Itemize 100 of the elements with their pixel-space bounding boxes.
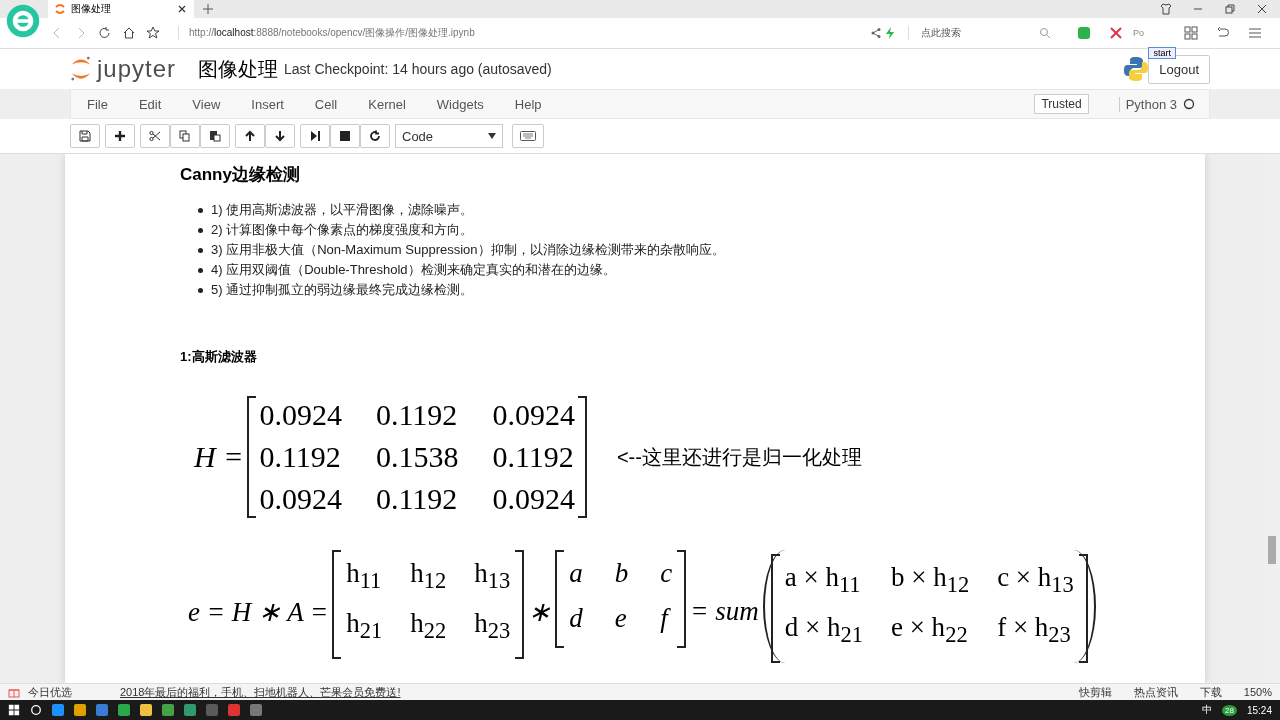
- lightning-icon[interactable]: [884, 27, 896, 39]
- close-icon[interactable]: [176, 3, 188, 15]
- scrollbar-thumb[interactable]: [1268, 536, 1276, 564]
- extension-label[interactable]: Po: [1133, 28, 1144, 38]
- matrix-entry: 0.0924: [259, 398, 342, 432]
- list-item: 3) 应用非极大值（Non-Maximum Suppression）抑制，以消除边缘检测带来的杂散响应。: [211, 241, 725, 259]
- formula-text: = sum: [690, 596, 759, 627]
- down-arrow-icon: [274, 130, 286, 142]
- matrix-entry: 0.0924: [259, 482, 342, 516]
- status-item[interactable]: 下载: [1199, 684, 1222, 700]
- status-item[interactable]: 快剪辑: [1078, 684, 1112, 700]
- taskbar-app-icon[interactable]: [118, 704, 130, 716]
- menu-item[interactable]: Help: [514, 96, 542, 112]
- trusted-badge[interactable]: Trusted: [1034, 94, 1089, 114]
- bullet-icon: [198, 267, 203, 273]
- close-icon[interactable]: [1256, 3, 1268, 15]
- taskbar-app-icon[interactable]: [52, 704, 64, 716]
- taskbar-app-icon[interactable]: [184, 704, 196, 716]
- bullet-icon: [198, 287, 203, 293]
- refresh-icon: [369, 130, 381, 142]
- address-field[interactable]: http://localhost:8888/notebooks/opencv/图像操作/图像处理.ipynb: [178, 26, 868, 40]
- taskbar-app-icon[interactable]: [96, 704, 108, 716]
- save-button[interactable]: [70, 124, 100, 148]
- menu-item[interactable]: File: [87, 96, 108, 112]
- matrix-entry: h$_{11}$: [346, 558, 383, 595]
- paste-button[interactable]: [200, 124, 230, 148]
- matrix-entry: d: [569, 603, 583, 634]
- list-item: 1) 使用高斯滤波器，以平滑图像，滤除噪声。: [211, 201, 474, 219]
- taskbar-app-icon[interactable]: [250, 704, 262, 716]
- taskbar-app-icon[interactable]: [228, 704, 240, 716]
- star-icon[interactable]: [146, 26, 160, 40]
- restore-icon[interactable]: [1224, 3, 1236, 15]
- menu-item[interactable]: Cell: [314, 96, 338, 112]
- move-down-button[interactable]: [265, 124, 295, 148]
- matrix-entry: f: [660, 603, 673, 634]
- menu-icon[interactable]: [1248, 26, 1262, 40]
- matrix-entry: b: [614, 558, 629, 589]
- matrix-entry: e: [614, 603, 628, 634]
- annotation-text: <--这里还进行是归一化处理: [616, 444, 862, 470]
- taskbar-app-icon[interactable]: [140, 704, 152, 716]
- stop-icon: [339, 130, 351, 142]
- undo-icon[interactable]: [1216, 26, 1230, 40]
- checkpoint-status: Last Checkpoint: 14 hours ago (autosaved): [284, 61, 552, 77]
- matrix-entry: e × h$_{22}$: [890, 612, 969, 649]
- formula-text: ∗: [528, 596, 552, 628]
- kernel-name[interactable]: Python 3: [1118, 96, 1177, 112]
- notification-badge[interactable]: 28: [1222, 704, 1237, 716]
- news-link[interactable]: 2018年最后的福利，手机、扫地机器人、芒果会员免费送!: [120, 684, 401, 700]
- zoom-level[interactable]: 150%: [1243, 686, 1272, 698]
- scissors-icon[interactable]: [1109, 26, 1123, 40]
- scissors-icon: [149, 130, 161, 142]
- browser-tab[interactable]: 图像处理: [48, 0, 194, 18]
- windows-start-icon[interactable]: [8, 704, 20, 716]
- status-item[interactable]: 热点资讯: [1133, 684, 1178, 700]
- matrix-entry: 0.1192: [375, 482, 459, 516]
- list-item: 5) 通过抑制孤立的弱边缘最终完成边缘检测。: [211, 281, 474, 299]
- taskbar-app-icon[interactable]: [162, 704, 174, 716]
- search-field[interactable]: 点此搜索: [908, 26, 1051, 40]
- formula-text: e = H ∗ A =: [188, 596, 329, 628]
- taskbar-app-icon[interactable]: [74, 704, 86, 716]
- keyboard-button[interactable]: [512, 124, 544, 148]
- menu-item[interactable]: View: [192, 96, 221, 112]
- new-tab-icon[interactable]: [202, 3, 214, 15]
- shirt-icon[interactable]: [1160, 3, 1172, 15]
- matrix-entry: c: [660, 558, 673, 589]
- run-button[interactable]: [300, 124, 330, 148]
- reload-icon[interactable]: [98, 26, 112, 40]
- add-cell-button[interactable]: [105, 124, 135, 148]
- jupyter-tab-icon: [54, 3, 66, 15]
- matrix-entry: b × h$_{12}$: [890, 562, 970, 599]
- menu-item[interactable]: Insert: [251, 96, 284, 112]
- cell-subheading: 1:高斯滤波器: [180, 348, 258, 366]
- bullet-icon: [198, 227, 203, 233]
- jupyter-logo-icon: [70, 56, 92, 82]
- cut-button[interactable]: [140, 124, 170, 148]
- grid-icon[interactable]: [1184, 26, 1198, 40]
- status-link[interactable]: 今日优选: [28, 684, 72, 700]
- tooltip: start: [1148, 47, 1176, 59]
- matrix-entry: h$_{13}$: [474, 558, 511, 595]
- move-up-button[interactable]: [235, 124, 265, 148]
- keyboard-icon: [520, 131, 536, 141]
- menu-item[interactable]: Kernel: [368, 96, 406, 112]
- matrix-entry: h$_{12}$: [410, 558, 447, 595]
- menu-item[interactable]: Edit: [138, 96, 162, 112]
- restart-button[interactable]: [360, 124, 390, 148]
- matrix-entry: h$_{22}$: [410, 608, 447, 645]
- stop-button[interactable]: [330, 124, 360, 148]
- tab-title: 图像处理: [71, 2, 111, 16]
- notebook-name[interactable]: 图像处理: [198, 55, 279, 83]
- matrix-entry: 0.1192: [259, 440, 342, 474]
- menu-item[interactable]: Widgets: [436, 96, 484, 112]
- step-forward-icon: [309, 130, 321, 142]
- matrix-entry: h$_{23}$: [474, 608, 511, 645]
- search-icon[interactable]: [30, 704, 42, 716]
- input-method-indicator[interactable]: 中: [1202, 703, 1213, 717]
- matrix-entry: 0.0924: [492, 398, 575, 432]
- cell-type-dropdown[interactable]: Code: [395, 124, 503, 148]
- home-icon[interactable]: [122, 26, 136, 40]
- share-icon[interactable]: [870, 27, 882, 39]
- clock[interactable]: 15:24: [1246, 704, 1272, 716]
